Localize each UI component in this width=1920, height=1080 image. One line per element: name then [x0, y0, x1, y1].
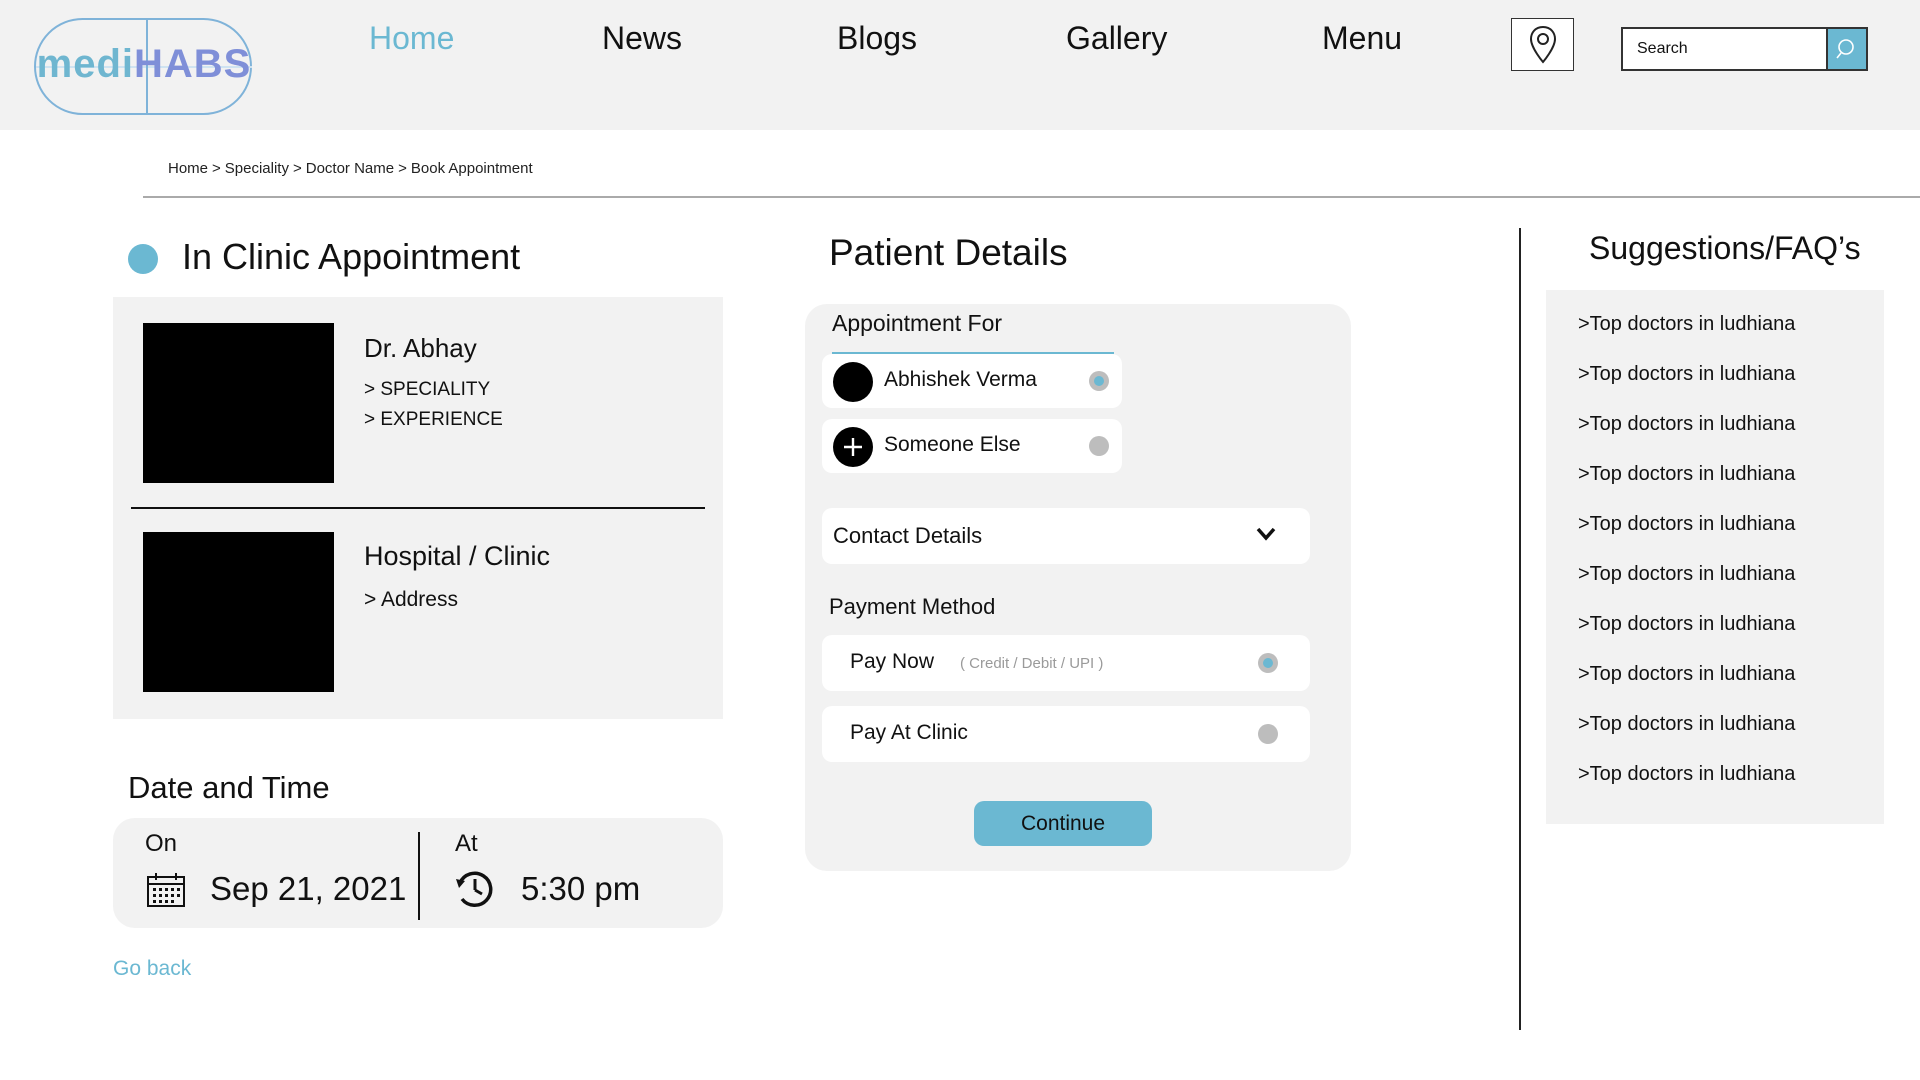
- breadcrumb-divider: [143, 196, 1920, 198]
- mediHABS-logo[interactable]: mediHABS: [34, 18, 252, 115]
- appointment-for-label: Appointment For: [832, 310, 1003, 336]
- faq-item[interactable]: >Top doctors in ludhiana: [1578, 463, 1795, 486]
- breadcrumb-separator: >: [398, 160, 407, 177]
- payment-option-label: Pay At Clinic: [850, 721, 968, 744]
- location-button[interactable]: [1511, 18, 1574, 71]
- card-divider: [131, 507, 705, 509]
- appointment-type-dot: [128, 244, 158, 274]
- search-button[interactable]: [1826, 27, 1868, 71]
- faq-item[interactable]: >Top doctors in ludhiana: [1578, 613, 1795, 636]
- breadcrumb-doctor-name[interactable]: Doctor Name: [306, 160, 394, 177]
- date-time-divider: [418, 832, 420, 920]
- payment-option-sublabel: ( Credit / Debit / UPI ): [960, 655, 1104, 672]
- breadcrumb-current: Book Appointment: [410, 160, 533, 177]
- patient-option-label: Someone Else: [884, 433, 1021, 456]
- nav-gallery[interactable]: Gallery: [1066, 20, 1167, 57]
- breadcrumb-home[interactable]: Home: [168, 160, 208, 177]
- payment-option-pay-at-clinic[interactable]: Pay At Clinic: [822, 706, 1310, 762]
- add-icon: [833, 427, 873, 467]
- faq-title: Suggestions/FAQ’s: [1589, 230, 1861, 266]
- date-time-title: Date and Time: [128, 770, 330, 805]
- breadcrumb-speciality[interactable]: Speciality: [225, 160, 289, 177]
- breadcrumb-separator: >: [292, 160, 302, 177]
- payment-option-label: Pay Now: [850, 650, 935, 673]
- faq-item[interactable]: >Top doctors in ludhiana: [1578, 513, 1795, 536]
- doctor-name: Dr. Abhay: [364, 333, 477, 363]
- nav-news[interactable]: News: [602, 20, 682, 57]
- contact-details-dropdown[interactable]: Contact Details: [822, 508, 1310, 564]
- patient-option-self[interactable]: Abhishek Verma: [822, 354, 1122, 408]
- patient-radio-selected[interactable]: [1089, 371, 1109, 391]
- faq-item[interactable]: >Top doctors in ludhiana: [1578, 663, 1795, 686]
- clock-icon: [456, 871, 493, 907]
- patient-radio[interactable]: [1089, 436, 1109, 456]
- patient-option-label: Abhishek Verma: [884, 368, 1037, 391]
- top-header: mediHABS Home News Blogs Gallery Menu: [0, 0, 1920, 130]
- payment-method-title: Payment Method: [829, 594, 996, 619]
- date-label: On: [145, 830, 178, 857]
- faq-item[interactable]: >Top doctors in ludhiana: [1578, 313, 1795, 336]
- payment-option-pay-now[interactable]: Pay Now ( Credit / Debit / UPI ): [822, 635, 1310, 691]
- payment-radio-selected[interactable]: [1258, 653, 1278, 673]
- logo-text-part1: medi: [36, 42, 134, 86]
- patient-details-title: Patient Details: [829, 232, 1068, 273]
- calendar-icon: [147, 873, 185, 907]
- faq-item[interactable]: >Top doctors in ludhiana: [1578, 563, 1795, 586]
- doctor-photo: [143, 323, 334, 483]
- hospital-name: Hospital / Clinic: [364, 541, 551, 571]
- faq-item[interactable]: >Top doctors in ludhiana: [1578, 763, 1795, 786]
- faq-item[interactable]: >Top doctors in ludhiana: [1578, 413, 1795, 436]
- search-icon: [1836, 39, 1854, 59]
- patient-option-someone-else[interactable]: Someone Else: [822, 419, 1122, 473]
- nav-menu[interactable]: Menu: [1322, 20, 1402, 57]
- search-input[interactable]: [1623, 29, 1825, 69]
- hospital-address: > Address: [364, 588, 458, 611]
- search-bar: [1621, 27, 1868, 71]
- doctor-experience: > EXPERIENCE: [364, 409, 503, 430]
- contact-details-label: Contact Details: [833, 523, 983, 548]
- logo-text-part2: HABS: [134, 42, 252, 86]
- faq-item[interactable]: >Top doctors in ludhiana: [1578, 713, 1795, 736]
- sidebar-divider: [1519, 228, 1521, 1030]
- faq-item[interactable]: >Top doctors in ludhiana: [1578, 363, 1795, 386]
- faq-list: >Top doctors in ludhiana >Top doctors in…: [1546, 290, 1884, 824]
- chevron-down-icon: [1256, 527, 1276, 541]
- payment-radio[interactable]: [1258, 724, 1278, 744]
- logo-text: mediHABS: [36, 42, 252, 87]
- nav-blogs[interactable]: Blogs: [837, 20, 917, 57]
- doctor-card: Dr. Abhay > SPECIALITY > EXPERIENCE Hosp…: [113, 297, 723, 719]
- nav-home[interactable]: Home: [369, 20, 454, 57]
- doctor-speciality: > SPECIALITY: [364, 379, 491, 400]
- hospital-photo: [143, 532, 334, 692]
- avatar: [833, 362, 873, 402]
- date-time-card: On Sep 21, 2021 At 5:30 pm: [113, 818, 723, 928]
- time-label: At: [455, 830, 478, 857]
- continue-button[interactable]: Continue: [974, 801, 1152, 846]
- appointment-title: In Clinic Appointment: [182, 236, 521, 277]
- breadcrumb: Home > Speciality > Doctor Name > Book Appoint…: [168, 160, 533, 177]
- go-back-link[interactable]: Go back: [113, 957, 191, 981]
- appointment-time: 5:30 pm: [521, 870, 641, 907]
- appointment-date: Sep 21, 2021: [210, 870, 407, 907]
- breadcrumb-separator: >: [212, 160, 221, 177]
- location-pin-icon: [1529, 25, 1556, 64]
- patient-details-card: Appointment For Abhishek Verma Someone E…: [805, 304, 1351, 871]
